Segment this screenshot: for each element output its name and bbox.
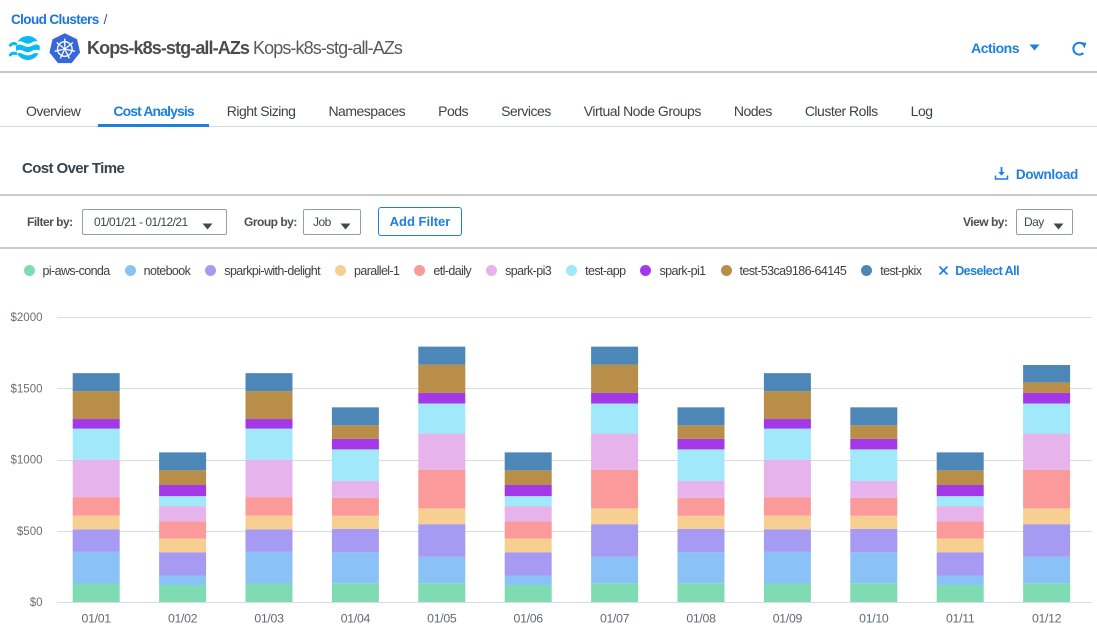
svg-text:01/01: 01/01: [82, 612, 112, 626]
svg-text:01/09: 01/09: [773, 612, 803, 626]
svg-text:01/11: 01/11: [946, 612, 975, 626]
svg-text:$1000: $1000: [11, 455, 43, 467]
svg-text:$1500: $1500: [11, 383, 43, 395]
svg-text:$2000: $2000: [11, 312, 43, 324]
svg-text:01/07: 01/07: [600, 612, 630, 626]
svg-text:$0: $0: [30, 597, 43, 609]
svg-text:01/08: 01/08: [686, 612, 716, 626]
svg-text:01/02: 01/02: [168, 612, 198, 626]
svg-text:01/03: 01/03: [254, 612, 284, 626]
svg-text:01/10: 01/10: [859, 612, 889, 626]
svg-text:$500: $500: [17, 526, 43, 538]
svg-text:01/04: 01/04: [341, 612, 371, 626]
svg-text:01/12: 01/12: [1032, 612, 1062, 626]
svg-text:01/06: 01/06: [514, 612, 544, 626]
svg-text:01/05: 01/05: [427, 612, 457, 626]
